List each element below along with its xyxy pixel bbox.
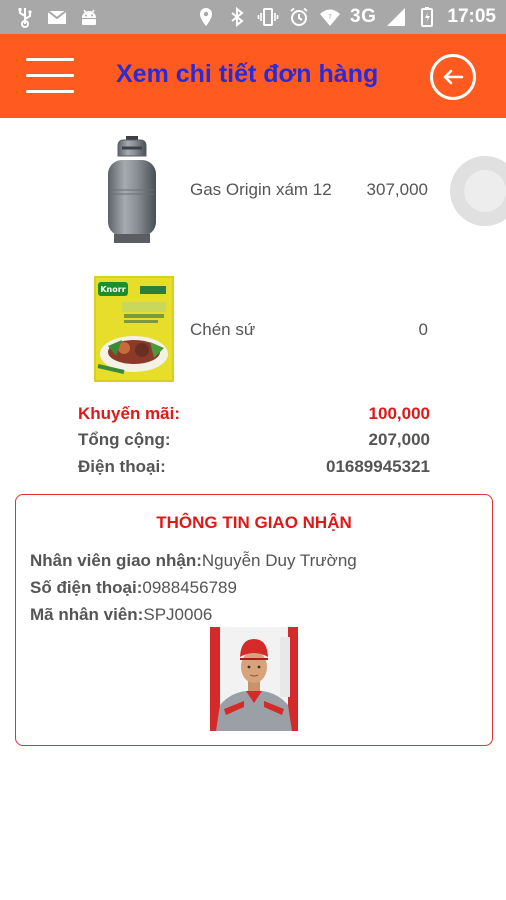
alarm-icon [290,7,308,26]
network-type-label: 3G [350,6,377,27]
android-icon [82,9,96,25]
page-title: Xem chi tiết đơn hàng [116,60,379,88]
usb-icon [18,8,32,28]
item-name: Gas Origin xám 12 [190,180,332,199]
svg-text:Knorr: Knorr [100,285,125,294]
delivery-staff-row: Nhân viên giao nhận:Nguyễn Duy Trường [30,551,357,571]
staff-phone: 0988456789 [142,578,237,597]
staff-name: Nguyễn Duy Trường [201,551,357,570]
item-price: 307,000 [366,180,428,199]
total-value: 207,000 [368,430,430,449]
back-arrow-icon[interactable] [430,54,476,100]
bluetooth-icon [231,6,244,28]
item-name: Chén sứ [190,320,256,339]
order-item[interactable]: Knorr Chén sứ 0 [0,258,506,398]
svg-text:?: ? [328,13,332,21]
delivery-title: THÔNG TIN GIAO NHẬN [156,513,352,532]
knorr-product-image: Knorr [94,276,174,382]
staff-phone-label: Số điện thoại: [30,578,143,597]
order-item[interactable]: Gas Origin xám 12 307,000 [0,118,506,258]
staff-id: SPJ0006 [143,605,213,624]
staff-id-label: Mã nhân viên: [30,605,144,624]
phone-value: 01689945321 [325,457,430,476]
delivery-phone-row: Số điện thoại:0988456789 [30,578,237,598]
status-bar: ? 3G 17:05 [0,0,506,34]
hamburger-menu-icon[interactable] [24,54,78,98]
staff-label: Nhân viên giao nhận: [30,551,202,570]
item-price: 0 [418,320,428,339]
promotion-label: Khuyến mãi: [78,404,181,423]
promotion-value: 100,000 [368,404,430,423]
mail-icon [47,10,67,24]
signal-icon [387,8,406,26]
location-icon [200,8,213,26]
promotion-row: Khuyến mãi: 100,000 [78,404,430,428]
delivery-info-card: THÔNG TIN GIAO NHẬN Nhân viên giao nhận:… [15,494,493,746]
staff-photo [210,627,298,731]
app-bar: Xem chi tiết đơn hàng [0,34,506,118]
gas-cylinder-image [104,136,160,244]
total-label: Tổng cộng: [78,430,171,449]
clock: 17:05 [447,6,496,27]
phone-row: Điện thoại: 01689945321 [78,457,430,481]
total-row: Tổng cộng: 207,000 [78,430,430,454]
wifi-icon: ? [320,9,341,26]
phone-label: Điện thoại: [78,457,166,476]
vibrate-icon [257,8,279,26]
battery-icon [421,7,434,27]
delivery-id-row: Mã nhân viên:SPJ0006 [30,605,212,625]
